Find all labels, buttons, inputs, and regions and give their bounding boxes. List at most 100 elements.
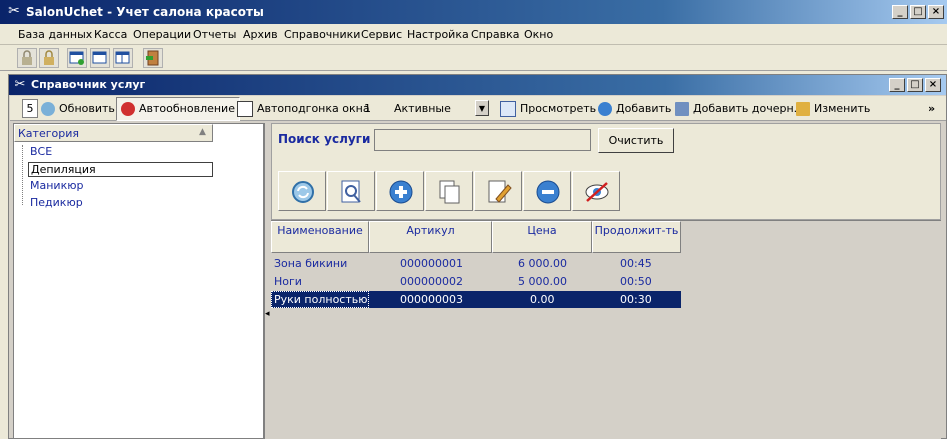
- cell-duration: 00:50: [620, 275, 652, 288]
- view-button[interactable]: Просмотреть: [500, 99, 596, 118]
- autofit-button[interactable]: Автоподгонка окна: [237, 99, 370, 118]
- menu-archive[interactable]: Архив: [243, 28, 278, 41]
- refresh-big-button[interactable]: [278, 171, 326, 211]
- add-big-button[interactable]: [376, 171, 424, 211]
- column-header-price[interactable]: Цена: [492, 221, 592, 253]
- sort-icon: ▲: [199, 127, 206, 137]
- filter-value: Активные: [394, 102, 451, 115]
- column-header-duration[interactable]: Продолжит-ть: [592, 221, 681, 253]
- table-row-selected[interactable]: Руки полностью 000000003 0.00 00:30: [271, 291, 681, 308]
- eye-hidden-icon: [585, 182, 609, 202]
- cell-article: 000000001: [400, 257, 463, 270]
- add-child-button[interactable]: Добавить дочерн.: [675, 99, 797, 118]
- search-input[interactable]: [374, 129, 591, 151]
- pencil-icon: [796, 102, 810, 116]
- refresh-button[interactable]: Обновить: [41, 99, 115, 118]
- view-label: Просмотреть: [520, 102, 597, 115]
- lock-icon[interactable]: [17, 48, 37, 68]
- tree-line: [22, 145, 23, 205]
- main-toolbar: [0, 45, 947, 71]
- child-maximize-button[interactable]: □: [907, 78, 923, 92]
- category-header[interactable]: Категория ▲: [14, 124, 213, 142]
- category-item-manicure[interactable]: Маникюр: [30, 179, 83, 192]
- add-label: Добавить: [616, 102, 672, 115]
- cell-name: Ноги: [274, 275, 302, 288]
- filter-select[interactable]: Активные ▼: [390, 99, 490, 118]
- add-button[interactable]: Добавить: [598, 99, 671, 118]
- minus-big-icon: [536, 180, 560, 204]
- window-tile-icon[interactable]: [113, 48, 133, 68]
- exit-icon[interactable]: [143, 48, 163, 68]
- edit-button[interactable]: Изменить: [796, 99, 870, 118]
- edit-big-button[interactable]: [474, 171, 522, 211]
- window-icon[interactable]: [90, 48, 110, 68]
- menu-operations[interactable]: Операции: [133, 28, 191, 41]
- scissors-icon: ✂: [8, 3, 20, 19]
- cell-duration: 00:30: [620, 293, 652, 306]
- cell-duration: 00:45: [620, 257, 652, 270]
- child-close-button[interactable]: ×: [925, 78, 941, 92]
- menu-settings[interactable]: Настройка: [407, 28, 469, 41]
- cell-article: 000000003: [400, 293, 463, 306]
- cell-price: 6 000.00: [518, 257, 567, 270]
- services-toolbar: 5 Обновить Автообновление Автоподгонка о…: [10, 96, 946, 121]
- add-child-label: Добавить дочерн.: [693, 102, 798, 115]
- menu-references[interactable]: Справочники: [284, 28, 360, 41]
- app-title: SalonUchet - Учет салона красоты: [26, 5, 264, 19]
- autorefresh-toggle[interactable]: Автообновление: [116, 97, 240, 121]
- child-minimize-button[interactable]: _: [889, 78, 905, 92]
- cell-price: 5 000.00: [518, 275, 567, 288]
- window-add-icon[interactable]: [67, 48, 87, 68]
- category-item-pedicure[interactable]: Педикюр: [30, 196, 83, 209]
- magnifier-big-icon: [341, 180, 361, 203]
- magnifier-icon: [500, 101, 516, 117]
- refresh-big-icon: [292, 181, 314, 203]
- category-item-depilation[interactable]: Депиляция: [28, 162, 213, 177]
- copy-icon: [439, 180, 460, 204]
- panel-splitter[interactable]: ◂: [264, 123, 271, 439]
- hide-big-button[interactable]: [572, 171, 620, 211]
- close-button[interactable]: ×: [928, 5, 944, 19]
- search-label: Поиск услуги: [278, 132, 371, 146]
- maximize-button[interactable]: □: [910, 5, 926, 19]
- menu-cash[interactable]: Касса: [94, 28, 127, 41]
- clear-button[interactable]: Очистить: [598, 128, 674, 153]
- plus-icon: [598, 102, 612, 116]
- stop-icon: [121, 102, 135, 116]
- refresh-icon: [41, 102, 55, 116]
- column-header-article[interactable]: Артикул: [369, 221, 492, 253]
- view-big-button[interactable]: [327, 171, 375, 211]
- edit-label: Изменить: [814, 102, 871, 115]
- menu-service[interactable]: Сервис: [361, 28, 402, 41]
- scissors-icon: ✂: [14, 77, 26, 92]
- menu-window[interactable]: Окно: [524, 28, 553, 41]
- lock-user-icon[interactable]: [39, 48, 59, 68]
- table-row[interactable]: Ноги 000000002 5 000.00 00:50: [271, 273, 681, 290]
- cell-name: Руки полностью: [271, 291, 369, 308]
- refresh-label: Обновить: [59, 102, 115, 115]
- table-row[interactable]: Зона бикини 000000001 6 000.00 00:45: [271, 255, 681, 272]
- autofit-label: Автоподгонка окна: [257, 102, 370, 115]
- collapse-arrow-icon[interactable]: ◂: [265, 309, 270, 319]
- copy-big-button[interactable]: [425, 171, 473, 211]
- category-item-all[interactable]: ВСЕ: [30, 145, 52, 158]
- column-header-name[interactable]: Наименование: [271, 221, 369, 253]
- child-titlebar: ✂ Справочник услуг _ □ ×: [9, 75, 946, 95]
- pencil-big-icon: [488, 180, 512, 203]
- autofit-icon: [237, 101, 253, 117]
- child-window-title: Справочник услуг: [31, 78, 146, 91]
- autofit-value: 1: [364, 102, 371, 115]
- category-header-label: Категория: [18, 127, 79, 140]
- menu-help[interactable]: Справка: [471, 28, 519, 41]
- delete-big-button[interactable]: [523, 171, 571, 211]
- app-titlebar: ✂ SalonUchet - Учет салона красоты _ □ ×: [0, 0, 947, 24]
- plus-big-icon: [389, 180, 413, 204]
- cell-article: 000000002: [400, 275, 463, 288]
- menu-reports[interactable]: Отчеты: [193, 28, 236, 41]
- menu-bar: База данных Касса Операции Отчеты Архив …: [0, 24, 947, 45]
- menu-database[interactable]: База данных: [18, 28, 92, 41]
- minimize-button[interactable]: _: [892, 5, 908, 19]
- toolbar-overflow-button[interactable]: »: [928, 99, 935, 118]
- chevron-down-icon[interactable]: ▼: [475, 100, 489, 116]
- record-counter: 5: [22, 99, 38, 118]
